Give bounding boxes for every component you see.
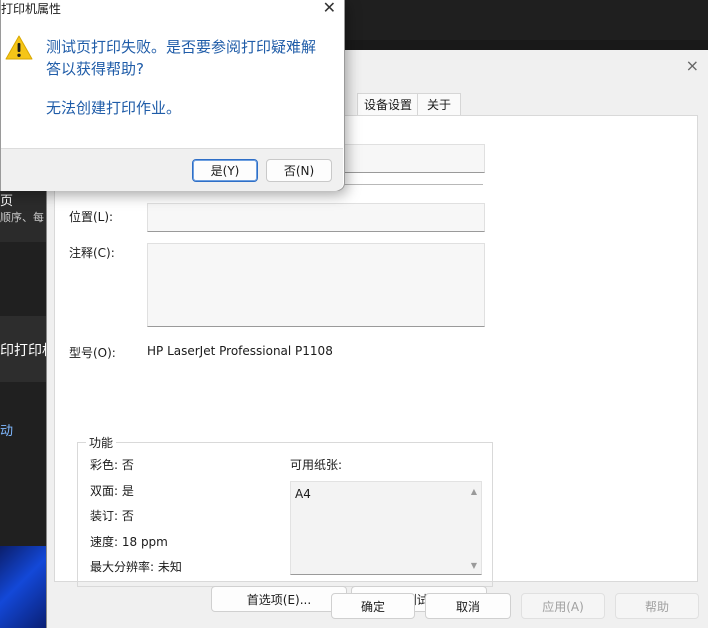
- error-dialog: 打印机属性 ✕ 测试页打印失败。是否要参阅打印疑难解 答以获得帮助? 无法创建打…: [0, 0, 345, 191]
- feature-max-resolution: 最大分辨率: 未知: [90, 560, 182, 574]
- feature-duplex: 双面: 是: [90, 484, 134, 498]
- desktop-wallpaper: [0, 546, 46, 628]
- scroll-down-icon[interactable]: ▼: [471, 561, 477, 570]
- model-label: 型号(O):: [69, 346, 116, 360]
- warning-icon: [5, 35, 33, 60]
- paper-list[interactable]: A4 ▲ ▼: [290, 481, 482, 575]
- tab-about[interactable]: 关于: [417, 93, 461, 116]
- comment-label: 注释(C):: [69, 246, 115, 260]
- yes-button[interactable]: 是(Y): [192, 159, 258, 182]
- location-input[interactable]: [147, 203, 485, 232]
- dialog-title: 打印机属性: [1, 2, 62, 16]
- scroll-up-icon[interactable]: ▲: [471, 487, 477, 496]
- close-icon[interactable]: ✕: [323, 0, 336, 17]
- model-value: HP LaserJet Professional P1108: [147, 344, 333, 358]
- cancel-button[interactable]: 取消: [425, 593, 511, 619]
- preferences-button[interactable]: 首选项(E)...: [211, 586, 347, 612]
- comment-textarea[interactable]: [147, 243, 485, 327]
- tab-device-settings[interactable]: 设备设置: [357, 93, 419, 116]
- feature-color: 彩色: 否: [90, 458, 134, 472]
- feature-speed: 速度: 18 ppm: [90, 535, 168, 549]
- features-group: 功能 彩色: 否 双面: 是 装订: 否 速度: 18 ppm 最大分辨率: 未…: [77, 434, 493, 587]
- dialog-detail: 无法创建打印作业。: [46, 99, 182, 117]
- dialog-message-line2: 答以获得帮助?: [46, 60, 144, 78]
- help-button[interactable]: 帮助: [615, 593, 699, 619]
- ok-button[interactable]: 确定: [331, 593, 415, 619]
- list-item[interactable]: A4: [295, 487, 311, 501]
- close-icon[interactable]: ×: [686, 56, 699, 75]
- dialog-footer: 是(Y) 否(N): [1, 148, 343, 191]
- background-settings-item[interactable]: 印打印机: [0, 316, 46, 382]
- dialog-message-line1: 测试页打印失败。是否要参阅打印疑难解: [46, 38, 317, 56]
- apply-button[interactable]: 应用(A): [521, 593, 605, 619]
- feature-staple: 装订: 否: [90, 509, 134, 523]
- paper-label: 可用纸张:: [290, 458, 343, 472]
- location-label: 位置(L):: [69, 210, 114, 224]
- no-button[interactable]: 否(N): [266, 159, 332, 182]
- background-settings-link[interactable]: 动: [0, 414, 46, 444]
- background-settings-item[interactable]: 页 顺序、每: [0, 188, 46, 242]
- features-title: 功能: [86, 434, 117, 451]
